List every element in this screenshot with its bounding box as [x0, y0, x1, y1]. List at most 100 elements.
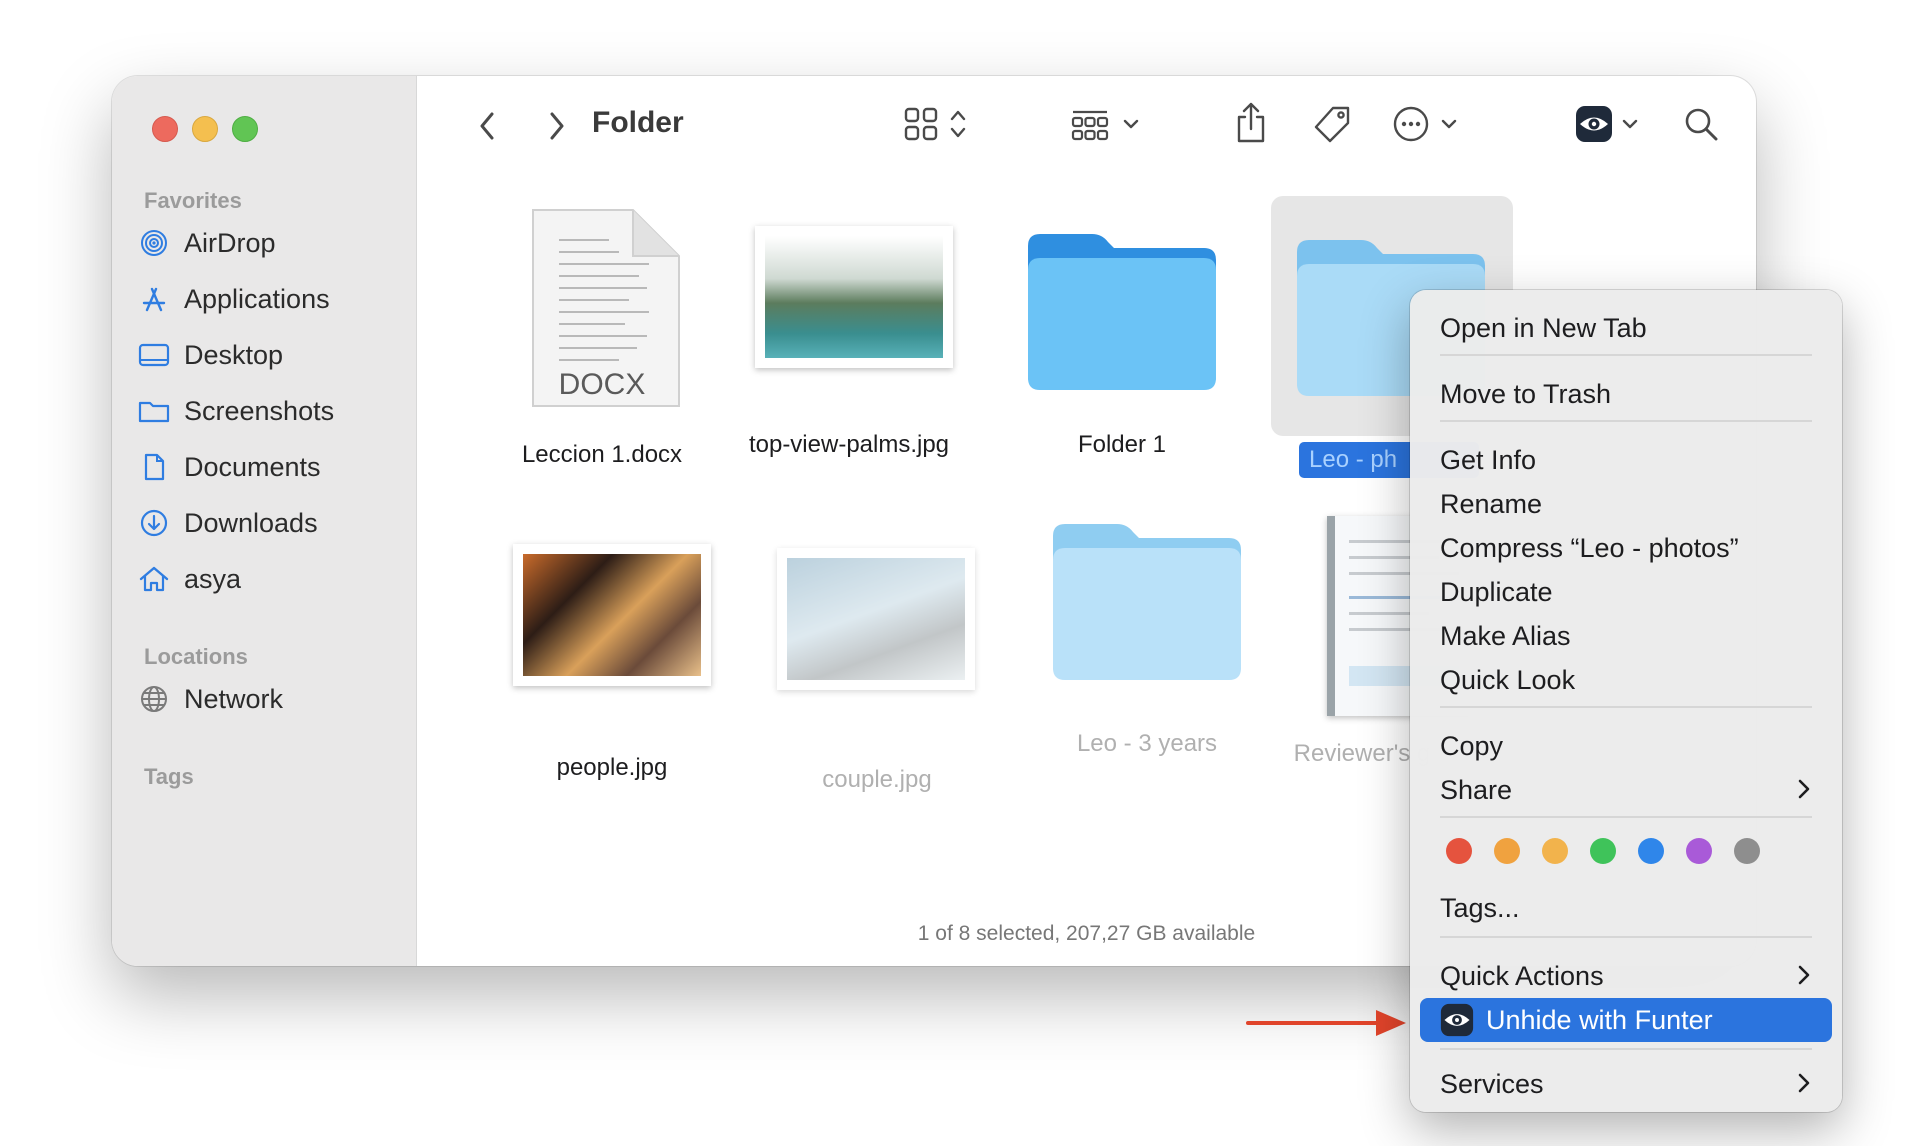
document-icon	[136, 449, 172, 485]
tag-color-purple[interactable]	[1686, 838, 1712, 864]
menu-separator	[1440, 1048, 1812, 1050]
sidebar-item-label: Desktop	[184, 339, 284, 370]
sidebar-item-label: asya	[184, 563, 242, 594]
minimize-window-button[interactable]	[192, 116, 218, 142]
file-name: couple.jpg	[822, 766, 932, 793]
chevron-right-icon	[1796, 776, 1812, 809]
chevron-right-icon	[1796, 962, 1812, 995]
menu-item-quick-look[interactable]: Quick Look	[1410, 658, 1842, 702]
home-icon	[136, 561, 172, 597]
sidebar-item-home[interactable]: asya	[136, 555, 396, 603]
group-icon	[1070, 106, 1110, 147]
tag-color-green[interactable]	[1590, 838, 1616, 864]
file-item[interactable]: top-view-palms.jpg	[729, 226, 969, 486]
back-button[interactable]	[467, 104, 507, 148]
menu-item-services[interactable]: Services	[1410, 1062, 1842, 1106]
menu-item-move-to-trash[interactable]: Move to Trash	[1410, 372, 1842, 416]
more-actions-button[interactable]	[1385, 104, 1465, 148]
sidebar-item-desktop[interactable]: Desktop	[136, 331, 396, 379]
menu-item-compress[interactable]: Compress “Leo - photos”	[1410, 526, 1842, 570]
folder-icon	[136, 393, 172, 429]
tag-icon	[1311, 104, 1353, 151]
desktop-icon	[136, 337, 172, 373]
sidebar-item-label: Network	[184, 683, 284, 714]
applications-icon	[136, 281, 172, 317]
context-menu: Open in New Tab Move to Trash Get Info R…	[1410, 290, 1842, 1112]
funter-eye-icon	[1440, 1003, 1474, 1037]
menu-item-unhide-with-funter[interactable]: Unhide with Funter	[1420, 998, 1832, 1042]
menu-item-tags[interactable]: Tags...	[1410, 886, 1842, 930]
sidebar-item-label: AirDrop	[184, 227, 276, 258]
sidebar-item-documents[interactable]: Documents	[136, 443, 396, 491]
close-window-button[interactable]	[152, 116, 178, 142]
tag-color-gray[interactable]	[1734, 838, 1760, 864]
funter-eye-icon	[1575, 105, 1613, 148]
share-button[interactable]	[1229, 100, 1273, 150]
zoom-window-button[interactable]	[232, 116, 258, 142]
tags-heading: Tags	[144, 764, 194, 789]
view-mode-button[interactable]	[895, 104, 975, 148]
image-thumbnail	[755, 226, 953, 368]
forward-button[interactable]	[537, 104, 577, 148]
downloads-icon	[136, 505, 172, 541]
chevron-down-icon	[1122, 117, 1140, 136]
file-name: people.jpg	[556, 754, 668, 781]
menu-separator	[1440, 936, 1812, 938]
sidebar-item-applications[interactable]: Applications	[136, 275, 396, 323]
menu-item-label: Quick Actions	[1440, 960, 1604, 991]
favorites-heading: Favorites	[144, 188, 242, 213]
menu-item-duplicate[interactable]: Duplicate	[1410, 570, 1842, 614]
sidebar-item-screenshots[interactable]: Screenshots	[136, 387, 396, 435]
menu-item-label: Services	[1440, 1068, 1544, 1099]
file-name: Leccion 1.docx	[521, 441, 683, 468]
file-name: Leo - 3 years	[1076, 730, 1218, 757]
tag-color-orange[interactable]	[1494, 838, 1520, 864]
folder-icon	[1053, 524, 1241, 680]
tag-color-yellow[interactable]	[1542, 838, 1568, 864]
sidebar-item-label: Downloads	[184, 507, 318, 538]
menu-item-make-alias[interactable]: Make Alias	[1410, 614, 1842, 658]
sidebar-item-label: Applications	[184, 283, 330, 314]
menu-item-quick-actions[interactable]: Quick Actions	[1410, 954, 1842, 998]
menu-separator	[1440, 706, 1812, 708]
image-thumbnail	[777, 548, 975, 690]
locations-heading: Locations	[144, 644, 248, 669]
airdrop-icon	[136, 225, 172, 261]
annotation-arrow	[1246, 1010, 1406, 1036]
menu-item-open-new-tab[interactable]: Open in New Tab	[1410, 306, 1842, 350]
folder-icon	[1028, 234, 1216, 390]
tag-color-blue[interactable]	[1638, 838, 1664, 864]
share-icon	[1233, 101, 1269, 150]
tag-color-red[interactable]	[1446, 838, 1472, 864]
chevron-down-icon	[1440, 117, 1458, 136]
menu-item-label: Share	[1440, 774, 1513, 805]
chevron-down-icon	[1621, 117, 1639, 136]
sidebar: Favorites AirDrop Applications Desktop S…	[112, 76, 417, 966]
ellipsis-circle-icon	[1392, 105, 1430, 148]
sidebar-item-label: Screenshots	[184, 395, 335, 426]
menu-item-get-info[interactable]: Get Info	[1410, 438, 1842, 482]
group-button[interactable]	[1065, 104, 1145, 148]
sidebar-item-downloads[interactable]: Downloads	[136, 499, 396, 547]
file-item[interactable]: people.jpg	[497, 544, 727, 804]
file-name: top-view-palms.jpg	[748, 431, 950, 458]
file-name: Folder 1	[1077, 431, 1167, 458]
file-item[interactable]: DOCX Leccion 1.docx	[487, 206, 717, 486]
menu-item-copy[interactable]: Copy	[1410, 724, 1842, 768]
menu-item-label: Unhide with Funter	[1486, 1004, 1713, 1035]
sidebar-item-label: Documents	[184, 451, 321, 482]
chevron-updown-icon	[949, 107, 967, 146]
folder-item[interactable]: Folder 1	[1012, 226, 1232, 486]
menu-item-share[interactable]: Share	[1410, 768, 1842, 812]
docx-badge: DOCX	[558, 368, 646, 401]
menu-item-rename[interactable]: Rename	[1410, 482, 1842, 526]
tag-button[interactable]	[1307, 102, 1357, 152]
search-icon	[1683, 106, 1719, 147]
folder-item[interactable]: Leo - 3 years	[1027, 516, 1267, 776]
menu-separator	[1440, 420, 1812, 422]
sidebar-item-network[interactable]: Network	[136, 675, 396, 723]
sidebar-item-airdrop[interactable]: AirDrop	[136, 219, 396, 267]
window-title: Folder	[592, 106, 684, 139]
search-button[interactable]	[1679, 104, 1723, 148]
funter-button[interactable]	[1567, 104, 1647, 148]
